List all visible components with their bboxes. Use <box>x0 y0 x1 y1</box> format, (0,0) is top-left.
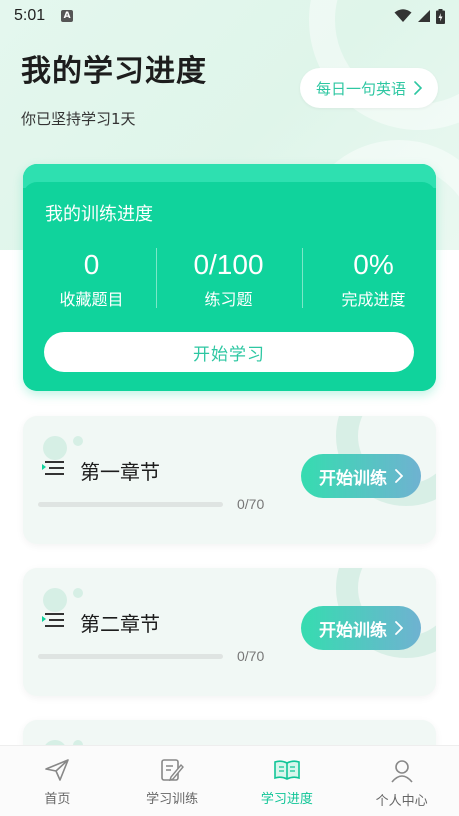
page-title: 我的学习进度 <box>21 54 207 89</box>
start-training-button[interactable]: 开始训练 <box>301 606 421 650</box>
start-training-label: 开始训练 <box>319 468 387 489</box>
stat-divider <box>302 248 303 308</box>
status-icons <box>394 8 445 24</box>
nav-item-home[interactable]: 首页 <box>0 746 115 816</box>
chapter-card: 第一章节 0/70 开始训练 <box>23 416 436 544</box>
stat-exercises: 0/100 练习题 <box>160 248 297 310</box>
stat-label: 完成进度 <box>341 290 406 309</box>
start-training-label: 开始训练 <box>319 620 387 641</box>
battery-icon <box>436 8 445 24</box>
chapter-card: 第二章节 0/70 开始训练 <box>23 568 436 696</box>
stat-favorites[interactable]: 0 收藏题目 <box>23 248 160 310</box>
open-book-icon <box>274 760 300 780</box>
daily-english-label: 每日一句英语 <box>315 79 406 98</box>
chapter-progress-bar <box>38 502 223 507</box>
list-play-icon <box>42 613 64 627</box>
stat-value: 0 <box>83 249 100 280</box>
streak-text: 你已坚持学习1天 <box>21 110 136 128</box>
list-play-icon <box>42 461 64 475</box>
chapter-title: 第一章节 <box>80 460 160 484</box>
stat-completion: 0% 完成进度 <box>305 248 436 310</box>
edit-note-icon <box>161 759 185 782</box>
notification-icon: A <box>61 10 74 22</box>
chevron-right-icon <box>395 469 403 483</box>
chapter-count: 0/70 <box>237 648 265 664</box>
signal-icon <box>418 10 430 22</box>
chevron-right-icon <box>395 621 403 635</box>
stat-label: 练习题 <box>204 290 253 309</box>
chapter-progress-bar <box>38 654 223 659</box>
nav-item-study-progress[interactable]: 学习进度 <box>230 746 345 816</box>
nav-item-profile[interactable]: 个人中心 <box>344 746 459 816</box>
chapter-title: 第二章节 <box>80 612 160 636</box>
paper-plane-icon <box>45 759 70 781</box>
stat-label: 收藏题目 <box>59 290 124 309</box>
stat-value: 0% <box>353 249 394 280</box>
decor-circle <box>73 588 83 598</box>
nav-label: 个人中心 <box>375 794 428 809</box>
decor-circle <box>43 588 67 612</box>
start-training-button[interactable]: 开始训练 <box>301 454 421 498</box>
chevron-right-icon <box>414 81 422 95</box>
status-bar: 5:01 A <box>0 0 459 32</box>
training-progress-card: 我的训练进度 0 收藏题目 0/100 练习题 0% 完成进度 开始学习 <box>23 164 436 391</box>
stat-value: 0/100 <box>193 249 264 280</box>
bottom-navigation: 首页 学习训练 学习进度 个人中心 <box>0 745 459 816</box>
decor-circle <box>73 436 83 446</box>
nav-label: 学习进度 <box>260 792 313 807</box>
chapter-count: 0/70 <box>237 496 265 512</box>
nav-label: 学习训练 <box>146 792 199 807</box>
nav-item-study-training[interactable]: 学习训练 <box>115 746 230 816</box>
decor-circle <box>43 436 67 460</box>
card-title: 我的训练进度 <box>45 204 153 225</box>
person-icon <box>391 760 413 783</box>
status-time: 5:01 <box>14 7 46 24</box>
stat-divider <box>156 248 157 308</box>
start-study-button[interactable]: 开始学习 <box>44 332 414 372</box>
daily-english-button[interactable]: 每日一句英语 <box>300 68 438 108</box>
wifi-icon <box>394 9 412 22</box>
nav-label: 首页 <box>44 792 71 807</box>
